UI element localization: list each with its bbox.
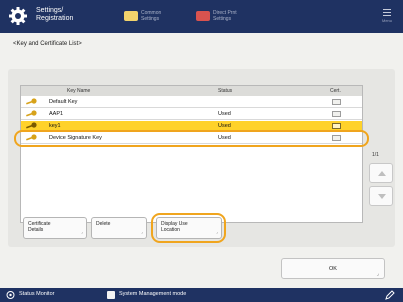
page-title: Settings/ Registration	[36, 7, 74, 22]
menu-button[interactable]: Menu	[378, 6, 396, 28]
arrow-down-icon	[378, 194, 386, 199]
selection-highlight	[14, 130, 369, 147]
top-bar: Settings/ Registration Common Settings D…	[0, 0, 403, 33]
status-bar: Status Monitor System Management mode	[0, 288, 403, 302]
certificate-icon[interactable]	[332, 111, 341, 117]
pencil-icon[interactable]	[385, 290, 395, 300]
delete-button[interactable]: Delete ⌟	[91, 217, 147, 239]
certificate-icon[interactable]	[332, 99, 341, 105]
certificate-details-button[interactable]: Certificate Details ⌟	[23, 217, 87, 239]
page-indicator: 1/1	[372, 152, 379, 158]
key-icon	[26, 98, 37, 105]
direct-print-settings-button[interactable]: Direct Prnt Settings	[196, 9, 256, 25]
key-icon	[26, 110, 37, 117]
ok-button[interactable]: OK ⌟	[281, 258, 385, 279]
breadcrumb: <Key and Certificate List>	[13, 41, 82, 47]
system-management-icon	[107, 291, 115, 299]
common-settings-icon	[124, 11, 138, 21]
common-settings-button[interactable]: Common Settings	[124, 9, 184, 25]
corner-mark-icon: ⌟	[81, 229, 83, 234]
scroll-up-button[interactable]	[369, 163, 393, 183]
corner-mark-icon: ⌟	[376, 271, 379, 277]
arrow-up-icon	[378, 171, 386, 176]
direct-print-icon	[196, 11, 210, 21]
table-row[interactable]: Default Key	[21, 97, 362, 108]
key-icon	[26, 122, 37, 129]
column-cert: Cert.	[330, 88, 341, 94]
column-status: Status	[218, 88, 233, 94]
certificate-icon[interactable]	[332, 123, 341, 129]
column-key-name: Key Name	[67, 88, 91, 94]
corner-mark-icon: ⌟	[141, 229, 143, 234]
scroll-down-button[interactable]	[369, 186, 393, 206]
key-table: Key Name Status Cert. Default Key AAP1 U…	[20, 85, 363, 223]
table-row[interactable]: AAP1 Used	[21, 109, 362, 120]
system-management-mode-label: System Management mode	[119, 291, 187, 297]
hamburger-icon	[383, 9, 391, 16]
gear-icon	[9, 7, 27, 25]
status-monitor-button[interactable]: Status Monitor	[19, 291, 54, 297]
status-monitor-icon	[6, 291, 15, 299]
table-header: Key Name Status Cert.	[21, 86, 362, 96]
button-highlight	[151, 213, 226, 243]
